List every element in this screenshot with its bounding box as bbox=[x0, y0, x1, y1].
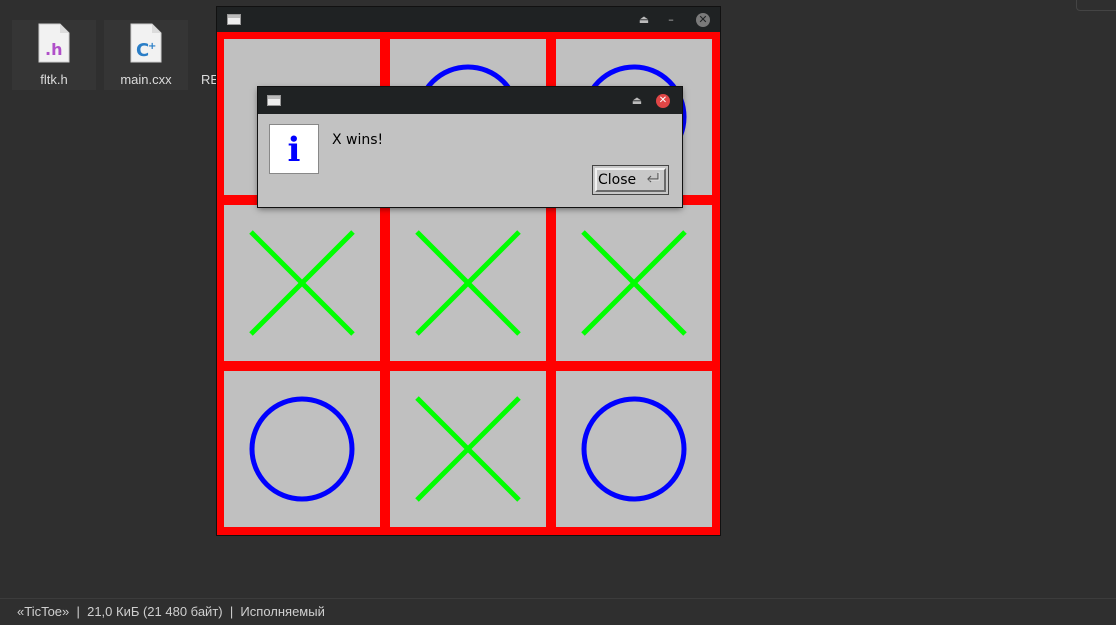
return-key-icon bbox=[647, 172, 660, 183]
board-cell-2-1[interactable] bbox=[390, 371, 546, 527]
o-mark bbox=[249, 396, 355, 502]
x-mark bbox=[415, 230, 521, 336]
close-button[interactable]: Close bbox=[592, 165, 669, 195]
board-cell-1-0[interactable] bbox=[224, 205, 380, 361]
window-titlebar[interactable]: ⏏ – ✕ bbox=[217, 7, 720, 32]
dialog-titlebar[interactable]: ⏏ ✕ bbox=[258, 87, 682, 114]
message-dialog: ⏏ ✕ i X wins! Close bbox=[258, 87, 682, 207]
o-mark bbox=[581, 396, 687, 502]
x-mark bbox=[415, 396, 521, 502]
x-mark bbox=[249, 230, 355, 336]
file-item-fltk-h[interactable]: .h fltk.h bbox=[12, 20, 96, 90]
shade-button[interactable]: ⏏ bbox=[636, 12, 652, 28]
c-header-file-icon: .h bbox=[38, 23, 70, 63]
close-button-label: Close bbox=[598, 172, 637, 188]
dialog-message: X wins! bbox=[332, 132, 384, 148]
cpp-source-file-icon: C + bbox=[130, 23, 162, 63]
board-cell-1-2[interactable] bbox=[556, 205, 712, 361]
close-dialog-icon[interactable]: ✕ bbox=[656, 94, 670, 108]
app-window-icon bbox=[267, 95, 281, 106]
board-cell-2-0[interactable] bbox=[224, 371, 380, 527]
info-icon: i bbox=[269, 124, 319, 174]
app-window-icon bbox=[227, 14, 241, 25]
status-text: «TicToe» | 21,0 КиБ (21 480 байт) | Испо… bbox=[17, 604, 325, 619]
minimize-button[interactable]: – bbox=[663, 12, 679, 28]
file-item-main-cxx[interactable]: C + main.cxx bbox=[104, 20, 188, 90]
x-mark bbox=[581, 230, 687, 336]
shade-button[interactable]: ⏏ bbox=[629, 93, 645, 109]
window-edge bbox=[1076, 0, 1116, 11]
svg-text:.h: .h bbox=[45, 40, 62, 59]
board-cell-2-2[interactable] bbox=[556, 371, 712, 527]
close-window-button[interactable]: ✕ bbox=[696, 13, 710, 27]
board-cell-1-1[interactable] bbox=[390, 205, 546, 361]
svg-text:+: + bbox=[148, 41, 156, 52]
file-name: fltk.h bbox=[40, 72, 68, 87]
status-bar: «TicToe» | 21,0 КиБ (21 480 байт) | Испо… bbox=[0, 598, 1116, 625]
file-name: main.cxx bbox=[120, 72, 172, 87]
